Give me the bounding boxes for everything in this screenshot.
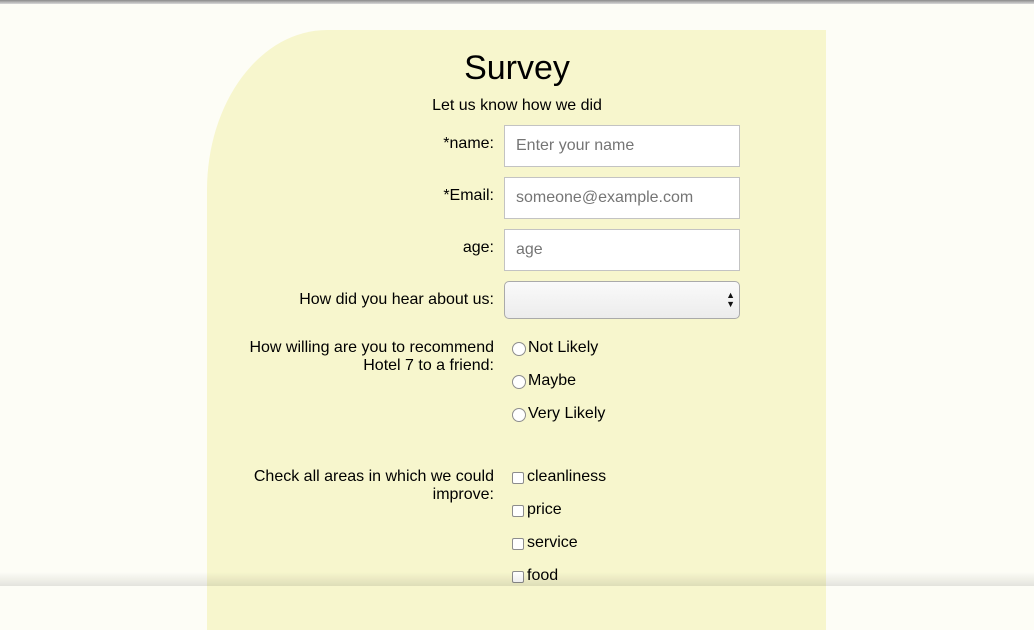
recommend-option[interactable]: Very Likely: [512, 405, 605, 423]
page-title: Survey: [464, 49, 570, 87]
age-label: age:: [462, 239, 494, 256]
email-label: *Email:: [443, 187, 494, 204]
recommend-label: How willing are you to recommend Hotel 7…: [249, 339, 494, 374]
checkbox[interactable]: [512, 472, 524, 484]
name-input[interactable]: [504, 125, 740, 167]
improve-option-label: cleanliness: [527, 468, 607, 485]
checkbox[interactable]: [512, 571, 524, 583]
recommend-option-label: Very Likely: [528, 405, 606, 422]
improve-option[interactable]: food: [512, 567, 558, 585]
recommend-option[interactable]: Not Likely: [512, 339, 598, 357]
improve-option-label: service: [527, 534, 578, 551]
improve-label: Check all areas in which we could improv…: [253, 468, 494, 503]
page-subtitle: Let us know how we did: [432, 97, 602, 114]
radio-button[interactable]: [512, 375, 526, 389]
improve-option-label: food: [527, 567, 559, 584]
referral-select[interactable]: ▲ ▼: [504, 281, 740, 319]
recommend-option-label: Not Likely: [528, 339, 599, 356]
referral-label: How did you hear about us:: [299, 291, 494, 308]
name-label: *name:: [443, 135, 494, 152]
radio-button[interactable]: [512, 408, 526, 422]
radio-button[interactable]: [512, 342, 526, 356]
age-input[interactable]: [504, 229, 740, 271]
window-top-edge: [0, 0, 1034, 4]
checkbox[interactable]: [512, 538, 524, 550]
improve-option[interactable]: price: [512, 501, 562, 519]
improve-option[interactable]: cleanliness: [512, 468, 606, 486]
recommend-option[interactable]: Maybe: [512, 372, 576, 390]
improve-option[interactable]: service: [512, 534, 578, 552]
select-arrows-icon: ▲ ▼: [726, 290, 735, 309]
email-input[interactable]: [504, 177, 740, 219]
improve-option-label: price: [527, 501, 562, 518]
recommend-option-label: Maybe: [528, 372, 577, 389]
checkbox[interactable]: [512, 505, 524, 517]
